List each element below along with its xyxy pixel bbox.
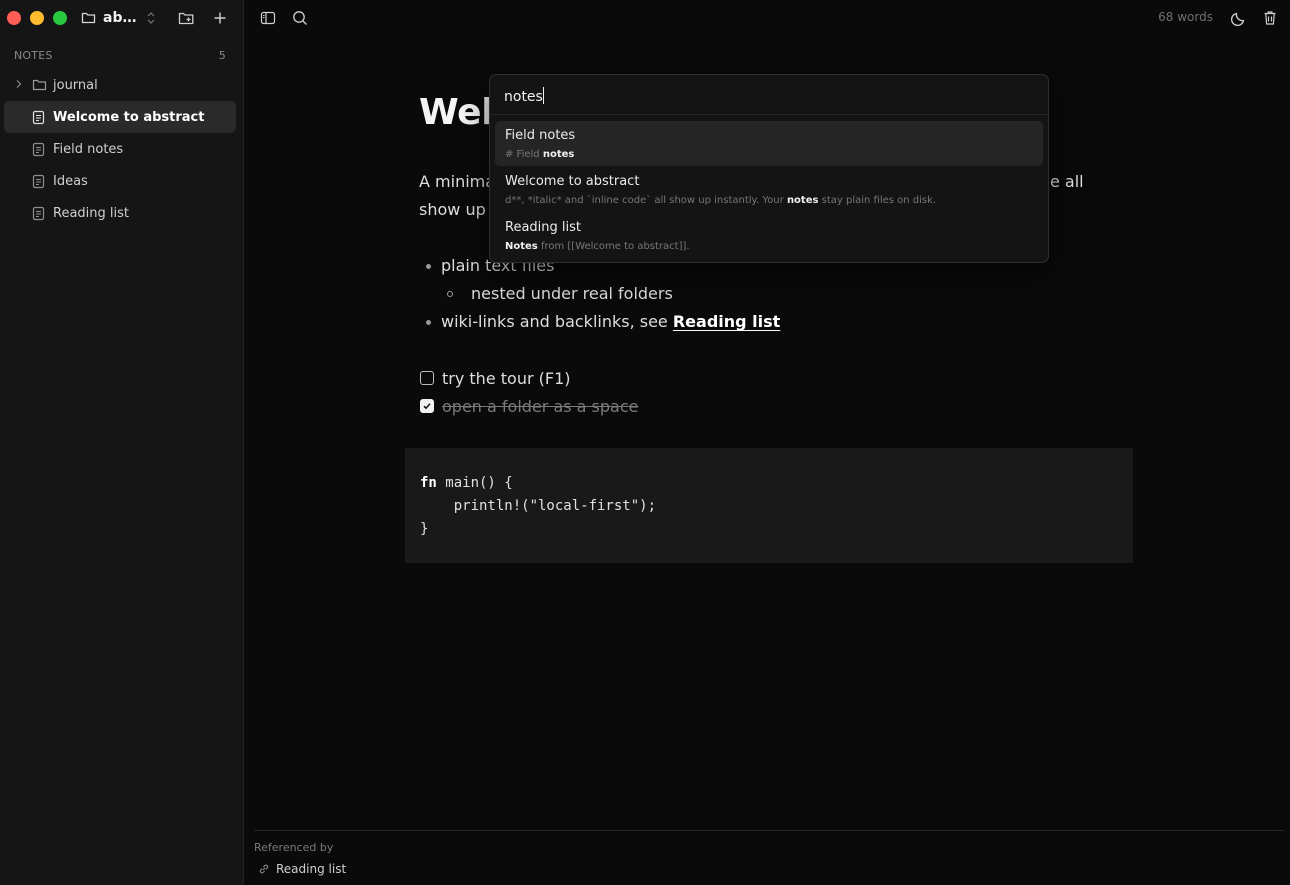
sidebar-item-label: Field notes (53, 141, 124, 157)
search-result-title: Welcome to abstract (505, 174, 640, 189)
note-icon (32, 110, 45, 125)
list-item-nested[interactable]: nested under real folders (447, 280, 673, 308)
task-label[interactable]: try the tour (F1) (442, 369, 570, 388)
backlink-item[interactable]: Reading list (258, 862, 346, 876)
workspace-switch-icon[interactable] (145, 10, 157, 30)
list-item-text: wiki-links and backlinks, see (441, 312, 673, 331)
note-icon (32, 142, 45, 157)
bullet-marker (426, 320, 431, 325)
task-checkbox-checked[interactable] (420, 399, 434, 413)
code-keyword: fn (420, 475, 437, 491)
sidebar-item-label: Ideas (53, 173, 88, 189)
sidebar-item-reading-list[interactable]: Reading list (4, 197, 236, 229)
workspace-name: ab… (103, 10, 137, 26)
wiki-link-reading-list[interactable]: Reading list (673, 312, 780, 331)
folder-icon (81, 12, 96, 24)
new-folder-button[interactable] (177, 9, 195, 27)
search-input[interactable]: notes (490, 75, 1048, 115)
workspace-selector[interactable]: ab… (81, 8, 136, 28)
file-tree: journal Welcome to abstract Field notes … (4, 69, 236, 229)
sidebar-item-label: journal (53, 77, 98, 93)
backlinks-panel: Referenced by Reading list (254, 830, 1284, 876)
new-note-button[interactable] (211, 9, 229, 27)
close-window-button[interactable] (7, 11, 21, 25)
app-window: ab… NOTES 5 journal Welcome to abstract (0, 0, 1290, 885)
code-line: println!("local-first"); (420, 498, 657, 514)
list-item-text: nested under real folders (471, 284, 673, 303)
sidebar-item-ideas[interactable]: Ideas (4, 165, 236, 197)
search-result-title: Reading list (505, 220, 581, 235)
text-caret (542, 87, 544, 104)
backlinks-title: Referenced by (254, 841, 334, 854)
code-block[interactable]: fn main() { println!("local-first"); } (405, 448, 1133, 563)
code-line: } (420, 521, 429, 537)
sidebar-item-field-notes[interactable]: Field notes (4, 133, 236, 165)
note-icon (32, 206, 45, 221)
sidebar-item-journal[interactable]: journal (4, 69, 236, 101)
backlink-label: Reading list (276, 862, 347, 876)
search-result-snippet: # Field notes (505, 149, 575, 160)
folder-icon (32, 79, 47, 91)
bullet-marker (447, 291, 453, 297)
bullet-marker (426, 264, 431, 269)
search-result[interactable]: Field notes # Field notes (495, 121, 1043, 166)
check-icon (423, 403, 431, 410)
search-result-snippet: Notes from [[Welcome to abstract]]. (505, 241, 690, 252)
notes-section-header: NOTES 5 (14, 49, 226, 62)
notes-count: 5 (218, 49, 226, 62)
task-checkbox[interactable] (420, 371, 434, 385)
folder-plus-icon (178, 12, 193, 24)
document-title[interactable]: Welc (419, 92, 494, 133)
window-controls (7, 11, 67, 25)
link-icon (259, 864, 269, 874)
code-line: main() { (436, 475, 513, 491)
sidebar-item-welcome[interactable]: Welcome to abstract (4, 101, 236, 133)
zoom-window-button[interactable] (53, 11, 67, 25)
sidebar-item-label: Reading list (53, 205, 129, 221)
notes-section-label: NOTES (14, 49, 53, 62)
paragraph-line-end[interactable]: e all (1050, 168, 1084, 196)
sidebar: ab… NOTES 5 journal Welcome to abstract (0, 0, 244, 885)
search-result[interactable]: Reading list Notes from [[Welcome to abs… (495, 213, 1043, 258)
chevron-right-icon[interactable] (15, 79, 23, 89)
search-result-snippet: d**, *italic* and `inline code` all show… (505, 195, 937, 206)
sidebar-item-label: Welcome to abstract (53, 109, 205, 125)
search-query: notes (504, 89, 543, 105)
task-label[interactable]: open a folder as a space (442, 397, 639, 416)
note-icon (32, 174, 45, 189)
list-item[interactable]: wiki-links and backlinks, see Reading li… (426, 308, 780, 336)
search-palette: notes Field notes # Field notes Welcome … (489, 74, 1049, 263)
task-item-done: open a folder as a space (420, 392, 639, 420)
task-item: try the tour (F1) (420, 364, 570, 392)
minimize-window-button[interactable] (30, 11, 44, 25)
search-result-title: Field notes (505, 128, 576, 143)
plus-icon (214, 12, 226, 24)
search-result[interactable]: Welcome to abstract d**, *italic* and `i… (495, 167, 1043, 212)
